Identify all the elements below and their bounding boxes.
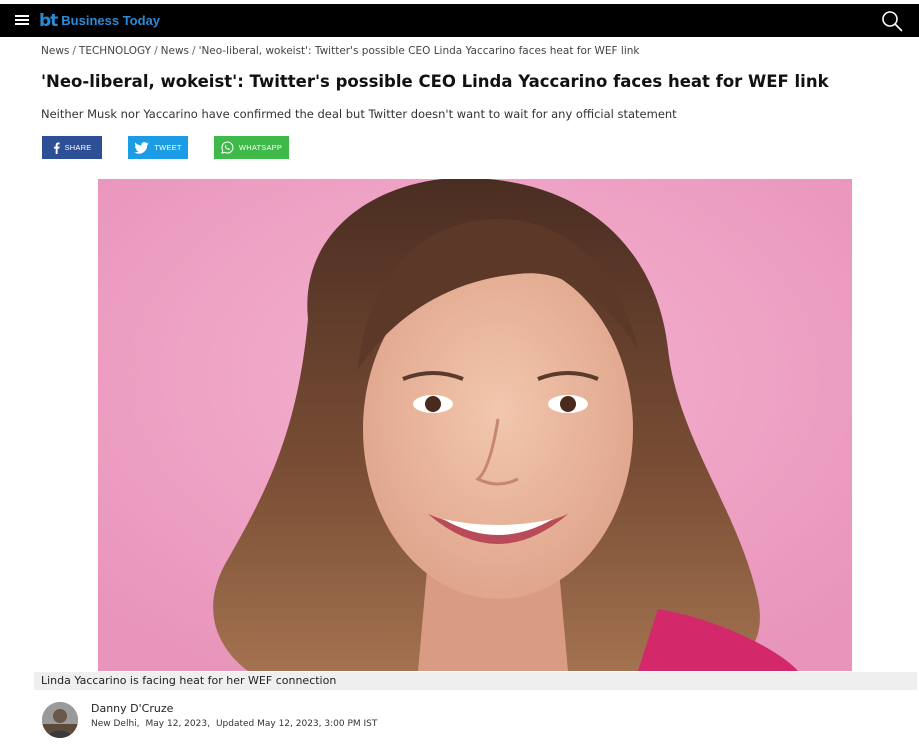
article-dateline: New Delhi, May 12, 2023, Updated May 12, 2…: [91, 719, 377, 729]
author-name[interactable]: Danny D'Cruze: [91, 702, 173, 715]
facebook-share-button[interactable]: SHARE: [42, 136, 102, 159]
article-hero-image: [98, 179, 852, 671]
updated-date: Updated May 12, 2023, 3:00 PM IST: [215, 719, 378, 729]
breadcrumb-item-current: 'Neo-liberal, wokeist': Twitter's possib…: [198, 45, 640, 57]
published-date: May 12, 2023,: [145, 719, 210, 729]
logo-mark: bt: [39, 11, 58, 31]
business-today-logo[interactable]: bt Business Today: [39, 12, 160, 30]
logo-text: Business Today: [61, 13, 161, 28]
facebook-icon: [53, 142, 60, 154]
whatsapp-icon: [221, 141, 234, 154]
breadcrumb-item-technology[interactable]: TECHNOLOGY: [79, 45, 151, 57]
whatsapp-share-button[interactable]: WHATSAPP: [214, 136, 289, 159]
article-subheadline: Neither Musk nor Yaccarino have confirme…: [41, 107, 677, 121]
hamburger-menu-icon[interactable]: [15, 15, 29, 26]
twitter-tweet-label: TWEET: [154, 143, 182, 152]
whatsapp-share-label: WHATSAPP: [238, 143, 283, 152]
breadcrumb-item-news-sub[interactable]: News: [161, 45, 189, 57]
facebook-share-label: SHARE: [64, 143, 92, 152]
article-headline: 'Neo-liberal, wokeist': Twitter's possib…: [41, 72, 829, 91]
twitter-icon: [134, 141, 150, 154]
image-caption: Linda Yaccarino is facing heat for her W…: [41, 674, 337, 687]
dateline-location: New Delhi,: [91, 719, 140, 729]
top-navigation-bar: bt Business Today: [0, 4, 919, 37]
breadcrumb: News / TECHNOLOGY / News / 'Neo-liberal, wokei…: [41, 45, 640, 57]
breadcrumb-item-news[interactable]: News: [41, 45, 69, 57]
search-icon[interactable]: [881, 10, 903, 32]
image-caption-bar: Linda Yaccarino is facing heat for her W…: [34, 672, 917, 690]
twitter-tweet-button[interactable]: TWEET: [128, 136, 188, 159]
author-avatar[interactable]: [42, 702, 78, 738]
